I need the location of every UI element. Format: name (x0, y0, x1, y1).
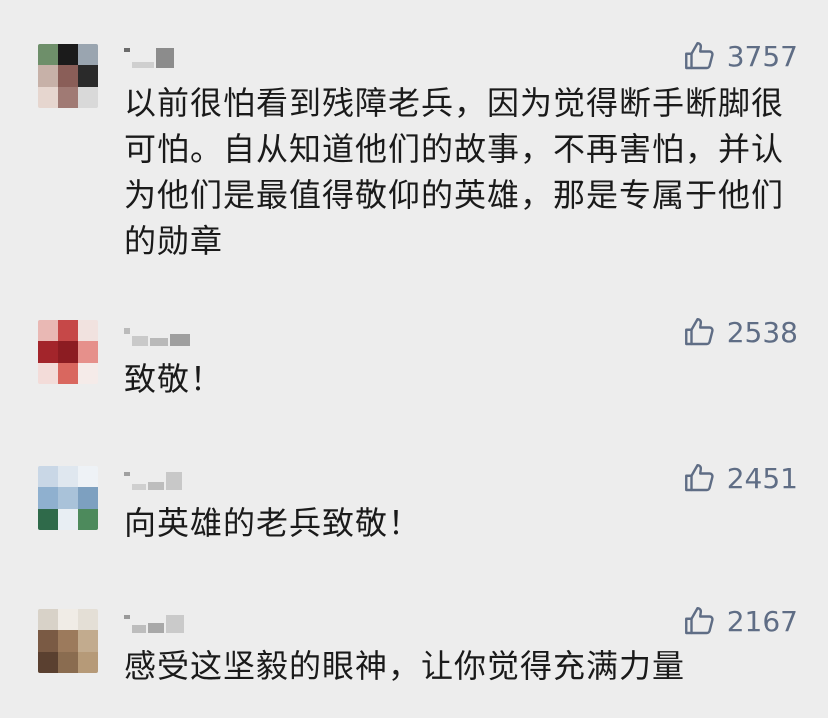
like-button[interactable]: 2451 (681, 460, 798, 496)
like-count: 2538 (726, 315, 798, 349)
nickname-blurred[interactable] (124, 46, 174, 68)
thumbs-up-icon (684, 607, 714, 635)
like-count: 2451 (726, 461, 798, 495)
comment-text: 致敬！ (124, 360, 224, 398)
like-button[interactable]: 2538 (681, 314, 798, 350)
nickname-blurred[interactable] (124, 611, 184, 633)
comment-item: 3757 以前很怕看到残障老兵，因为觉得断手断脚很可怕。自从知道他们的故事，不再… (0, 0, 828, 300)
nickname-blurred[interactable] (124, 468, 182, 490)
like-count: 3757 (726, 39, 798, 73)
thumbs-up-icon (684, 318, 714, 346)
like-button[interactable]: 3757 (681, 38, 798, 74)
avatar[interactable] (38, 466, 98, 530)
comment-text: 向英雄的老兵致敬！ (124, 504, 422, 542)
comment-item: 2167 感受这坚毅的眼神，让你觉得充满力量 (0, 595, 828, 718)
nickname-blurred[interactable] (124, 324, 190, 346)
like-button[interactable]: 2167 (681, 603, 798, 639)
thumbs-up-icon (684, 464, 714, 492)
avatar[interactable] (38, 44, 98, 108)
avatar[interactable] (38, 320, 98, 384)
comment-text: 以前很怕看到残障老兵，因为觉得断手断脚很可怕。自从知道他们的故事，不再害怕，并认… (124, 84, 785, 260)
like-count: 2167 (726, 604, 798, 638)
comment-item: 2538 致敬！ (0, 300, 828, 450)
thumbs-up-icon (684, 42, 714, 70)
avatar[interactable] (38, 609, 98, 673)
comment-text: 感受这坚毅的眼神，让你觉得充满力量 (124, 647, 686, 685)
comment-item: 2451 向英雄的老兵致敬！ (0, 450, 828, 595)
